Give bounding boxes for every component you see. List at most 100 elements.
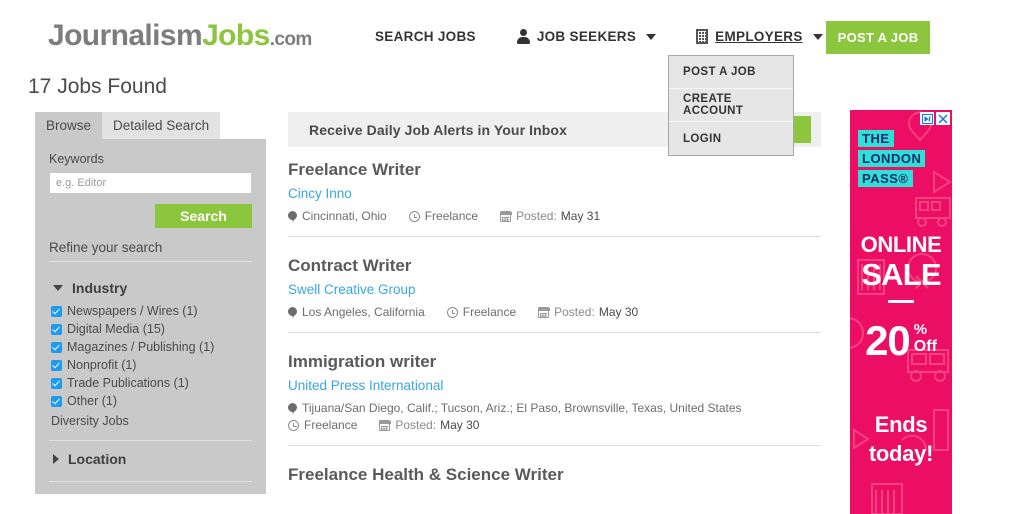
job-meta: Tijuana/San Diego, Calif.; Tucson, Ariz.… [288,400,821,434]
tab-browse[interactable]: Browse [35,112,102,139]
post-a-job-button[interactable]: POST A JOB [826,21,930,54]
page-root: JournalismJobs.com SEARCH JOBS JOB SEEKE… [0,0,1024,514]
facet-option-magazines-publishing[interactable]: Magazines / Publishing (1) [49,338,252,356]
employers-dropdown-menu: POST A JOB CREATE ACCOUNT LOGIN [668,55,794,156]
job-company-link[interactable]: United Press International [288,378,821,393]
job-type-text: Freelance [425,208,478,225]
ad-headline-line-2: SALE [850,258,952,291]
adchoices-icon[interactable] [920,112,934,125]
advertisement-banner[interactable]: THE LONDON PASS® ONLINE SALE 20 % Off En… [850,110,952,514]
refine-search-label: Refine your search [49,240,162,255]
ad-headline: ONLINE SALE [850,232,952,309]
diversity-jobs-link[interactable]: Diversity Jobs [49,410,252,430]
facet-option-label: Trade Publications (1) [67,376,189,390]
site-logo[interactable]: JournalismJobs.com [48,19,312,53]
job-alerts-title: Receive Daily Job Alerts in Your Inbox [309,122,567,138]
logo-part-journalism: Journalism [48,19,202,52]
divider [288,236,821,237]
checkbox-checked-icon[interactable] [51,396,62,407]
ad-urgency-line-1: Ends [850,410,952,439]
keywords-label: Keywords [49,152,252,166]
job-type-text: Freelance [463,304,516,321]
facet-location-header[interactable]: Location [49,441,252,473]
checkbox-checked-icon[interactable] [51,378,62,389]
clock-icon [409,211,420,222]
sidebar-search-form: Keywords Search [35,139,266,228]
divider [49,261,252,262]
job-location-text: Los Angeles, California [302,304,425,321]
search-button[interactable]: Search [155,204,252,228]
facet-location: Location [35,441,266,482]
job-meta: Cincinnati, Ohio Freelance Posted: May 3… [288,208,821,225]
job-company-link[interactable]: Cincy Inno [288,186,821,201]
checkbox-checked-icon[interactable] [51,306,62,317]
dropdown-item-create-account[interactable]: CREATE ACCOUNT [669,89,793,122]
clock-icon [447,307,458,318]
facet-option-nonprofit[interactable]: Nonprofit (1) [49,356,252,374]
job-posted-label: Posted: [516,208,557,225]
job-location: Tijuana/San Diego, Calif.; Tucson, Ariz.… [288,400,821,417]
job-listing-item: Contract Writer Swell Creative Group Los… [288,245,821,341]
dropdown-item-post-a-job[interactable]: POST A JOB [669,56,793,89]
divider [288,332,821,333]
sidebar-footer-spacer [35,482,266,494]
job-meta: Los Angeles, California Freelance Posted… [288,304,821,321]
facet-option-newspapers-wires[interactable]: Newspapers / Wires (1) [49,302,252,320]
ad-brand-badges: THE LONDON PASS® [858,130,925,190]
page-title: 17 Jobs Found [28,75,167,99]
ad-brand-line-3: PASS® [858,170,913,187]
map-pin-icon [288,307,297,319]
nav-label-job-seekers: JOB SEEKERS [537,29,636,44]
checkbox-checked-icon[interactable] [51,324,62,335]
nav-item-job-seekers[interactable]: JOB SEEKERS [516,27,656,46]
job-company-link[interactable]: Swell Creative Group [288,282,821,297]
job-location-text: Cincinnati, Ohio [302,208,387,225]
checkbox-checked-icon[interactable] [51,360,62,371]
nav-item-search-jobs[interactable]: SEARCH JOBS [375,27,476,46]
job-type-text: Freelance [304,417,357,434]
job-posted: Posted: May 30 [538,304,638,321]
job-posted-label: Posted: [554,304,595,321]
ad-urgency-line-2: today! [850,439,952,468]
dropdown-item-login[interactable]: LOGIN [669,122,793,155]
ad-controls [920,112,950,125]
facet-industry-header[interactable]: Industry [49,270,252,302]
search-input[interactable] [49,172,252,194]
job-type: Freelance [409,208,478,225]
job-title[interactable]: Freelance Writer [288,160,821,180]
job-title[interactable]: Contract Writer [288,256,821,276]
close-icon[interactable] [936,112,950,125]
clock-icon [288,420,299,431]
job-posted-label: Posted: [395,417,436,434]
logo-part-dotcom: .com [270,29,312,50]
job-title[interactable]: Immigration writer [288,352,821,372]
facet-option-label: Digital Media (15) [67,322,165,336]
facet-option-other[interactable]: Other (1) [49,392,252,410]
job-posted-date: May 30 [599,304,638,321]
job-listings: Freelance Writer Cincy Inno Cincinnati, … [288,160,821,499]
divider [288,445,821,446]
facet-location-title: Location [68,451,126,467]
checkbox-checked-icon[interactable] [51,342,62,353]
facet-option-label: Newspapers / Wires (1) [67,304,198,318]
ad-urgency: Ends today! [850,410,952,468]
divider [888,300,914,303]
person-icon [516,29,530,44]
ad-discount-number: 20 [865,320,910,362]
job-type: Freelance [288,417,357,434]
job-listing-item: Immigration writer United Press Internat… [288,341,821,454]
search-sidebar: Browse Detailed Search Keywords Search R… [35,112,266,494]
chevron-down-icon [813,34,823,40]
job-title[interactable]: Freelance Health & Science Writer [288,465,821,485]
job-posted-date: May 30 [440,417,479,434]
ad-brand-line-2: LONDON [858,150,925,167]
nav-item-employers[interactable]: EMPLOYERS [696,27,822,46]
facet-option-digital-media[interactable]: Digital Media (15) [49,320,252,338]
nav-label-employers: EMPLOYERS [715,29,802,44]
facet-option-label: Other (1) [67,394,117,408]
facet-option-trade-publications[interactable]: Trade Publications (1) [49,374,252,392]
tab-detailed-search[interactable]: Detailed Search [102,112,220,139]
ad-discount-off: Off [914,338,937,355]
job-posted: Posted: May 31 [500,208,600,225]
site-header: JournalismJobs.com SEARCH JOBS JOB SEEKE… [0,0,1024,76]
